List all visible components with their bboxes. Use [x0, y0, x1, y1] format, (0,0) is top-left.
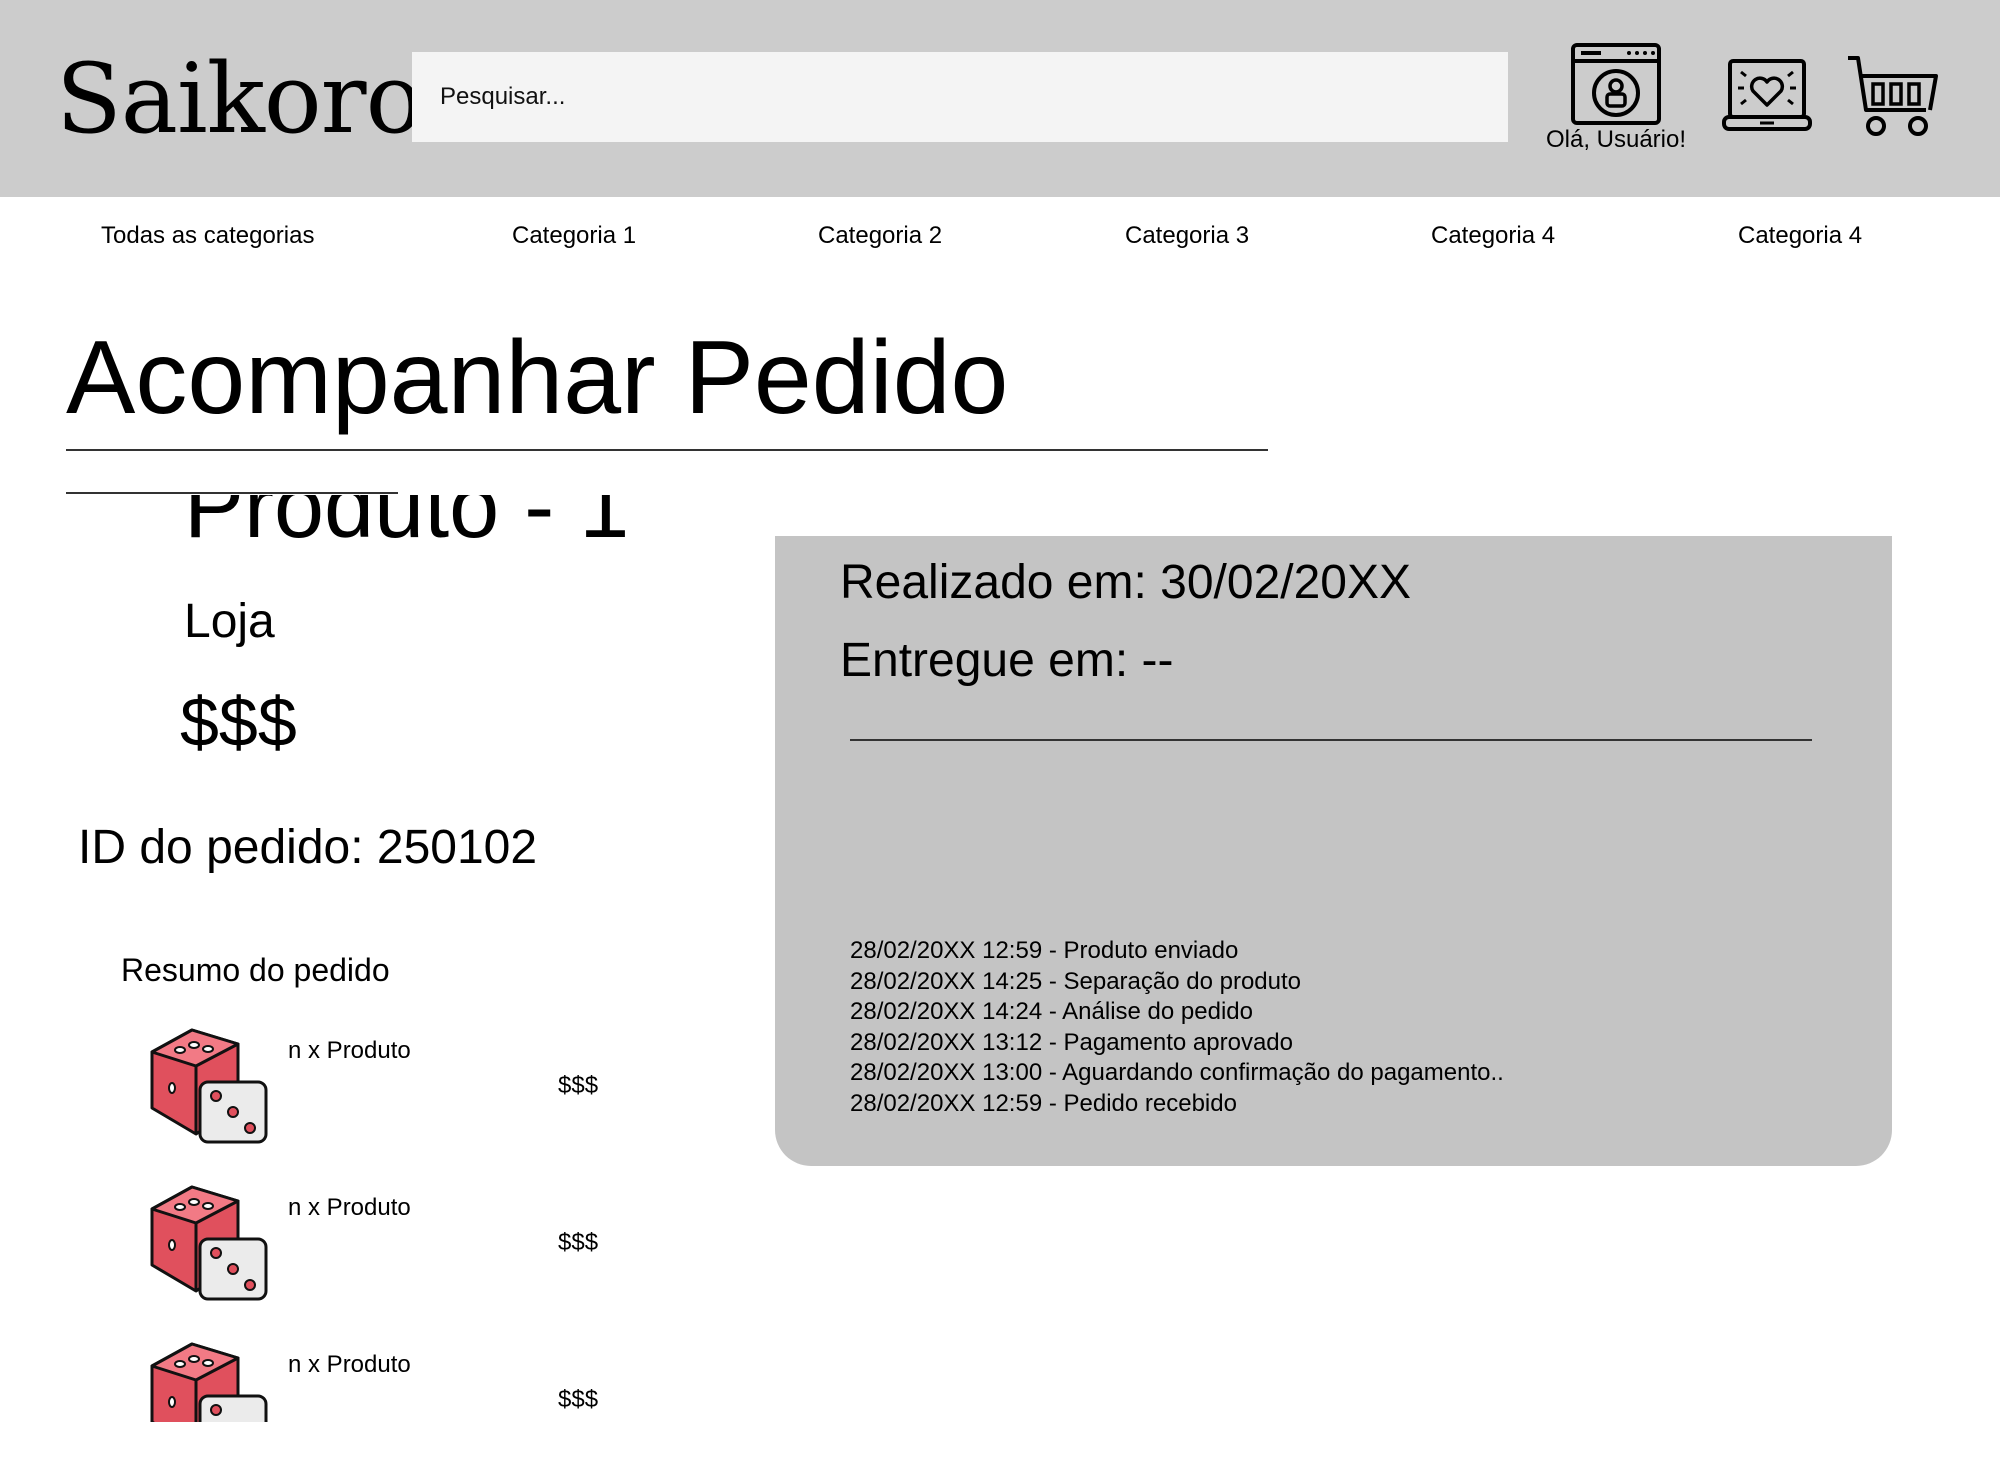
order-item-name: n x Produto	[288, 1194, 411, 1221]
order-event: 28/02/20XX 12:59 - Pedido recebido	[850, 1089, 1237, 1117]
order-item-price: $$$	[558, 1229, 599, 1256]
product-title: Produto - 1	[184, 495, 630, 557]
order-event-list: 28/02/20XX 12:59 - Produto enviado 28/02…	[850, 936, 1504, 1120]
order-placed-date: Realizado em: 30/02/20XX	[840, 556, 1412, 609]
nav-category-1[interactable]: Categoria 1	[512, 222, 636, 250]
user-account-icon[interactable]	[1571, 43, 1661, 125]
section-divider	[66, 492, 398, 494]
order-summary-title: Resumo do pedido	[121, 952, 390, 988]
product-price: $$$	[180, 683, 297, 761]
product-title-clip: Produto - 1	[180, 495, 700, 567]
store-name[interactable]: Loja	[184, 594, 275, 649]
order-event: 28/02/20XX 14:25 - Separação do produto	[850, 967, 1302, 995]
order-item-name: n x Produto	[288, 1037, 411, 1064]
logo[interactable]: Saikoro	[56, 44, 423, 154]
order-event: 28/02/20XX 13:00 - Aguardando confirmaçã…	[850, 1059, 1504, 1087]
dice-icon	[148, 1022, 270, 1144]
order-event: 28/02/20XX 13:12 - Pagamento aprovado	[850, 1028, 1293, 1056]
order-item-name: n x Produto	[288, 1351, 411, 1378]
dice-icon	[148, 1336, 270, 1458]
order-item-price: $$$	[558, 1386, 599, 1413]
nav-all-categories[interactable]: Todas as categorias	[101, 222, 314, 250]
nav-category-2[interactable]: Categoria 2	[818, 222, 942, 250]
search-input[interactable]	[412, 52, 1508, 142]
dice-icon	[148, 1179, 270, 1301]
order-item-price: $$$	[558, 1072, 599, 1099]
nav-category-3[interactable]: Categoria 3	[1125, 222, 1249, 250]
order-event: 28/02/20XX 12:59 - Produto enviado	[850, 937, 1239, 964]
cart-icon[interactable]	[1846, 54, 1938, 138]
user-greeting[interactable]: Olá, Usuário!	[1536, 126, 1696, 154]
page-title: Acompanhar Pedido	[66, 320, 1009, 436]
order-event: 28/02/20XX 14:24 - Análise do pedido	[850, 998, 1253, 1026]
order-delivered-date: Entregue em: --	[840, 634, 1174, 687]
nav-category-4b[interactable]: Categoria 4	[1738, 222, 1862, 250]
order-id: ID do pedido: 250102	[78, 821, 538, 874]
nav-category-4[interactable]: Categoria 4	[1431, 222, 1555, 250]
status-divider	[850, 739, 1812, 741]
title-divider	[66, 449, 1268, 451]
wishlist-icon[interactable]	[1722, 58, 1812, 134]
